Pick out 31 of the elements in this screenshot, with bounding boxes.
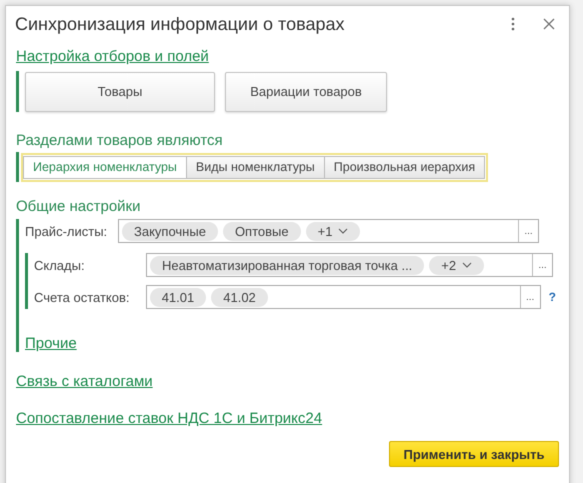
- field-label: Прайс-листы:: [25, 224, 108, 238]
- tag-chip[interactable]: 41.01: [150, 288, 206, 306]
- help-link[interactable]: ?: [548, 290, 556, 304]
- section-link[interactable]: Связь с каталогами: [16, 373, 153, 390]
- other-link[interactable]: Прочие: [25, 335, 77, 352]
- section-link[interactable]: Сопоставление ставок НДС 1С и Битрикс24: [16, 410, 322, 427]
- sections-option[interactable]: Иерархия номенклатуры: [23, 156, 187, 178]
- field-label: Склады:: [34, 258, 86, 272]
- more-menu-icon[interactable]: [511, 17, 515, 31]
- tag-chip[interactable]: 41.02: [211, 288, 268, 306]
- filters-settings-link[interactable]: Настройка отборов и полей: [16, 48, 209, 65]
- apply-close-button[interactable]: Применить и закрыть: [389, 441, 559, 467]
- tag-chip[interactable]: Неавтоматизированная торговая точка ...: [150, 256, 424, 274]
- more-tags-chip[interactable]: +1: [306, 222, 360, 240]
- tag-chip[interactable]: Оптовые: [222, 222, 301, 240]
- section-heading: Общие настройки: [16, 198, 142, 215]
- sections-option[interactable]: Виды номенклатуры: [186, 156, 325, 178]
- field-label: Счета остатков:: [34, 290, 130, 304]
- chevron-down-icon: [338, 228, 348, 234]
- window-title: Синхронизация информации о товарах: [15, 14, 346, 34]
- price-lists-field[interactable]: Закупочные Оптовые +1 ...: [118, 219, 539, 243]
- sections-option[interactable]: Произвольная иерархия: [324, 156, 486, 178]
- more-tags-chip[interactable]: +2: [429, 256, 484, 274]
- tag-chip[interactable]: Закупочные: [122, 222, 218, 240]
- section-heading: Разделами товаров являются: [16, 132, 224, 149]
- close-icon[interactable]: [543, 18, 555, 30]
- chevron-down-icon: [462, 262, 472, 268]
- tags-field[interactable]: Неавтоматизированная торговая точка ... +2 ...: [146, 253, 553, 277]
- filter-button[interactable]: Товары: [25, 72, 215, 112]
- tags-field[interactable]: 41.01 41.02 ...: [146, 285, 541, 309]
- filter-button[interactable]: Вариации товаров: [225, 72, 387, 112]
